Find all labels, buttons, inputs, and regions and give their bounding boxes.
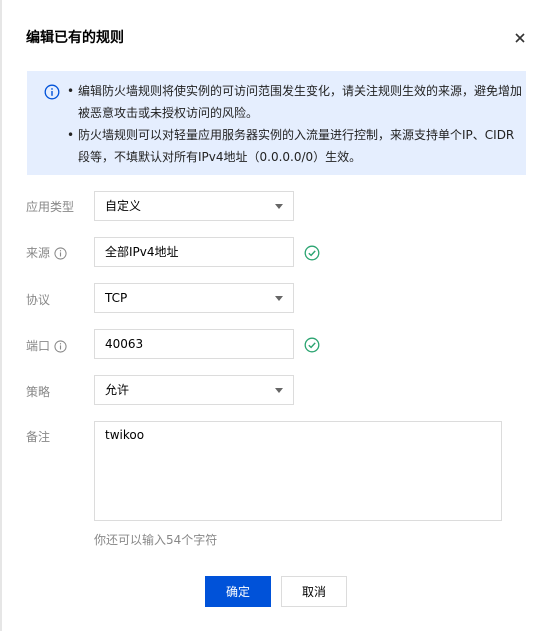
policy-value: 允许 [105, 383, 130, 397]
remark-textarea[interactable]: twikoo [94, 421, 502, 521]
port-label-wrap: 端口 [26, 337, 67, 354]
source-label-wrap: 来源 [26, 244, 67, 261]
bullet: • [67, 128, 75, 142]
help-icon[interactable] [54, 340, 67, 353]
chevron-down-icon [275, 204, 283, 209]
app-type-value: 自定义 [105, 199, 142, 213]
port-label: 端口 [26, 339, 51, 353]
source-label: 来源 [26, 246, 51, 260]
remark-char-hint: 你还可以输入54个字符 [94, 533, 218, 547]
info-icon [44, 84, 60, 100]
app-type-label: 应用类型 [26, 200, 75, 214]
protocol-value: TCP [105, 291, 128, 305]
close-icon[interactable] [510, 28, 530, 48]
remark-label: 备注 [26, 430, 51, 444]
chevron-down-icon [275, 296, 283, 301]
notice-text: 防火墙规则可以对轻量应用服务器实例的入流量进行控制，来源支持单个IP、CIDR段… [78, 128, 515, 164]
notice-banner: • 编辑防火墙规则将使实例的可访问范围发生变化，请关注规则生效的来源，避免增加被… [27, 71, 526, 175]
source-value: 全部IPv4地址 [105, 245, 179, 259]
app-type-select[interactable]: 自定义 [94, 191, 294, 221]
confirm-button[interactable]: 确定 [205, 576, 271, 607]
policy-label: 策略 [26, 385, 51, 399]
bullet: • [67, 84, 75, 98]
notice-text: 编辑防火墙规则将使实例的可访问范围发生变化，请关注规则生效的来源，避免增加被恶意… [78, 84, 523, 120]
notice-item: • 防火墙规则可以对轻量应用服务器实例的入流量进行控制，来源支持单个IP、CID… [67, 124, 522, 168]
check-circle-icon [304, 337, 320, 353]
source-input[interactable]: 全部IPv4地址 [94, 237, 294, 267]
left-edge-divider [0, 0, 2, 631]
port-value: 40063 [105, 337, 144, 351]
protocol-select[interactable]: TCP [94, 283, 294, 313]
chevron-down-icon [275, 388, 283, 393]
remark-value: twikoo [105, 428, 145, 442]
help-icon[interactable] [54, 247, 67, 260]
notice-item: • 编辑防火墙规则将使实例的可访问范围发生变化，请关注规则生效的来源，避免增加被… [67, 80, 522, 124]
policy-select[interactable]: 允许 [94, 375, 294, 405]
port-input[interactable]: 40063 [94, 329, 294, 359]
protocol-label: 协议 [26, 293, 51, 307]
cancel-button[interactable]: 取消 [281, 576, 347, 607]
check-circle-icon [304, 245, 320, 261]
dialog-title: 编辑已有的规则 [26, 30, 124, 46]
